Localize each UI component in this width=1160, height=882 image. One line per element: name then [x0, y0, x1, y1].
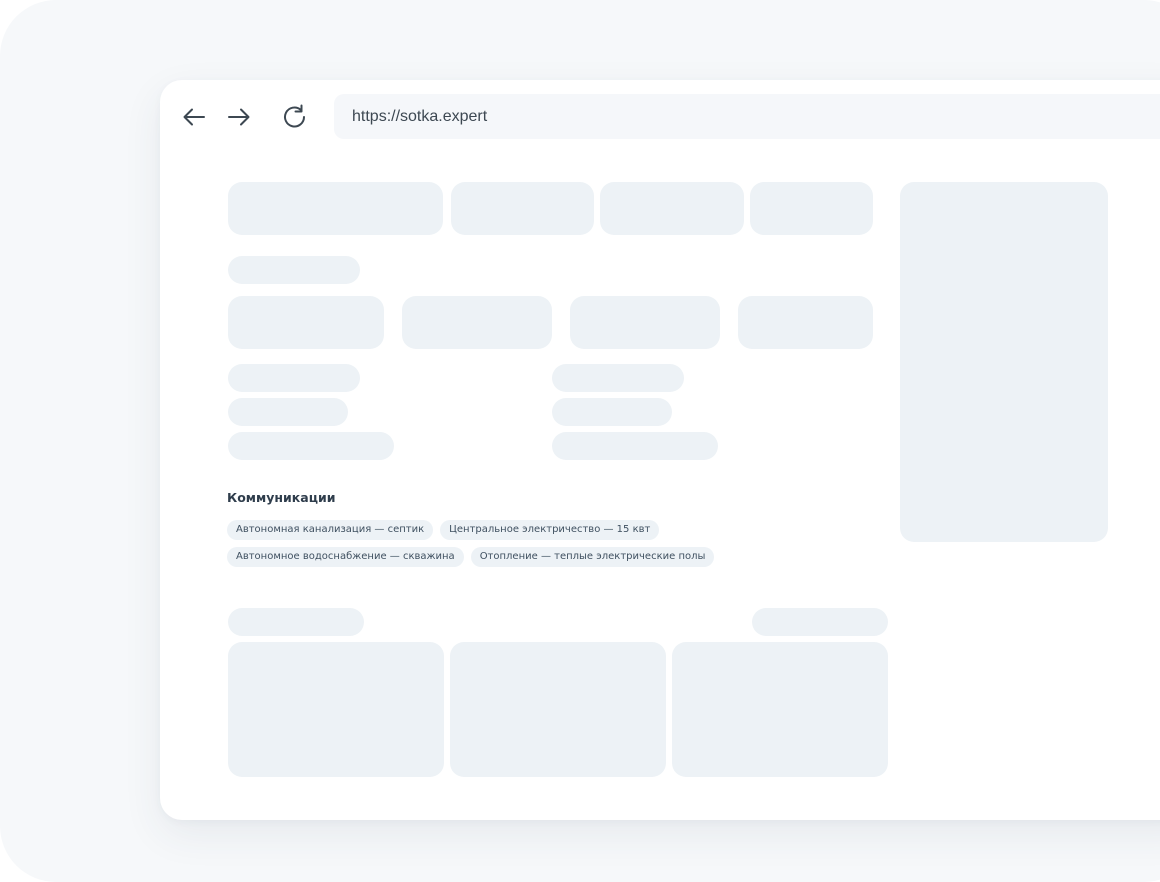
skeleton-card: [672, 642, 888, 777]
skeleton-line: [552, 432, 718, 460]
arrow-right-icon: [228, 108, 250, 126]
communication-tag: Отопление — теплые электрические полы: [470, 547, 715, 567]
reload-button[interactable]: [279, 101, 311, 133]
skeleton-line: [228, 364, 360, 392]
skeleton-line: [228, 432, 394, 460]
communications-title: Коммуникации: [227, 490, 336, 505]
url-text: https://sotka.expert: [352, 107, 488, 125]
back-button[interactable]: [178, 101, 210, 133]
skeleton-card: [228, 642, 444, 777]
skeleton-block: [228, 296, 384, 349]
communication-tag: Автономная канализация — септик: [227, 520, 434, 540]
skeleton-line: [228, 398, 348, 426]
skeleton-heading: [228, 256, 360, 284]
skeleton-block: [402, 296, 552, 349]
skeleton-block: [228, 182, 443, 235]
skeleton-block: [600, 182, 744, 235]
communication-tag: Автономное водоснабжение — скважина: [227, 547, 464, 567]
arrow-left-icon: [183, 108, 205, 126]
skeleton-heading: [228, 608, 364, 636]
communications-tags: Автономная канализация — септик Централь…: [227, 520, 887, 567]
skeleton-line: [552, 364, 684, 392]
communication-tag: Центральное электричество — 15 квт: [440, 520, 660, 540]
skeleton-card: [450, 642, 666, 777]
sidebar-skeleton: [900, 182, 1108, 542]
url-bar[interactable]: https://sotka.expert: [334, 94, 1160, 139]
reload-icon: [284, 104, 305, 128]
skeleton-block: [570, 296, 720, 349]
skeleton-link: [752, 608, 888, 636]
browser-window: https://sotka.expert Коммуникации Автоно…: [160, 80, 1160, 820]
forward-button[interactable]: [223, 101, 255, 133]
skeleton-block: [750, 182, 873, 235]
skeleton-block: [738, 296, 873, 349]
skeleton-block: [451, 182, 594, 235]
skeleton-line: [552, 398, 672, 426]
